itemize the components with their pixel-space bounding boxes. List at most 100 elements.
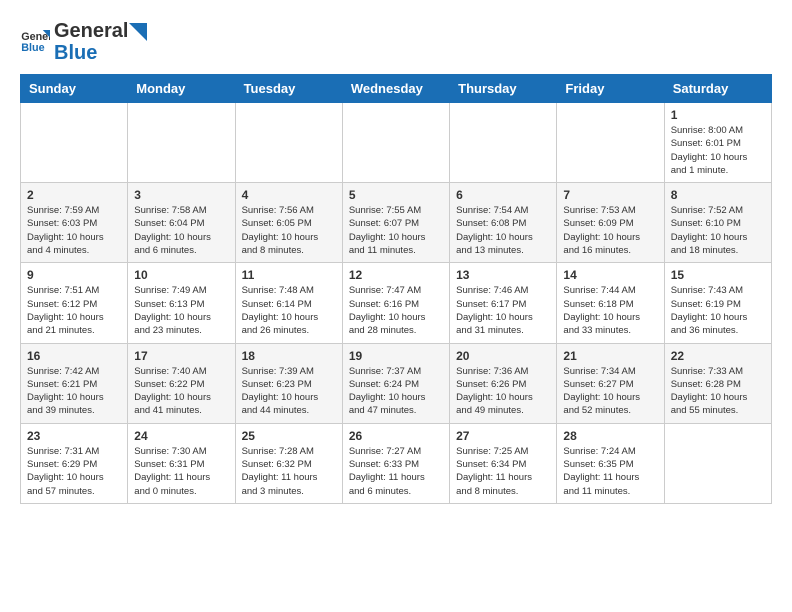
calendar-day-cell: 24 Sunrise: 7:30 AM Sunset: 6:31 PM Dayli… — [128, 423, 235, 503]
calendar-day-cell: 12 Sunrise: 7:47 AM Sunset: 6:16 PM Dayli… — [342, 263, 449, 343]
day-info: Sunrise: 7:25 AM Sunset: 6:34 PM Dayligh… — [456, 445, 550, 498]
day-number: 20 — [456, 349, 550, 363]
calendar-day-cell — [342, 103, 449, 183]
calendar-day-cell: 18 Sunrise: 7:39 AM Sunset: 6:23 PM Dayli… — [235, 343, 342, 423]
day-info: Sunrise: 7:40 AM Sunset: 6:22 PM Dayligh… — [134, 365, 228, 418]
day-number: 1 — [671, 108, 765, 122]
calendar-day-cell — [664, 423, 771, 503]
day-number: 3 — [134, 188, 228, 202]
calendar-day-cell: 9 Sunrise: 7:51 AM Sunset: 6:12 PM Daylig… — [21, 263, 128, 343]
day-info: Sunrise: 7:28 AM Sunset: 6:32 PM Dayligh… — [242, 445, 336, 498]
day-info: Sunrise: 7:27 AM Sunset: 6:33 PM Dayligh… — [349, 445, 443, 498]
calendar-day-cell: 4 Sunrise: 7:56 AM Sunset: 6:05 PM Daylig… — [235, 183, 342, 263]
calendar-day-cell: 15 Sunrise: 7:43 AM Sunset: 6:19 PM Dayli… — [664, 263, 771, 343]
day-info: Sunrise: 7:48 AM Sunset: 6:14 PM Dayligh… — [242, 284, 336, 337]
day-info: Sunrise: 8:00 AM Sunset: 6:01 PM Dayligh… — [671, 124, 765, 177]
day-info: Sunrise: 7:56 AM Sunset: 6:05 PM Dayligh… — [242, 204, 336, 257]
day-info: Sunrise: 7:55 AM Sunset: 6:07 PM Dayligh… — [349, 204, 443, 257]
day-number: 26 — [349, 429, 443, 443]
calendar-day-cell — [557, 103, 664, 183]
day-info: Sunrise: 7:49 AM Sunset: 6:13 PM Dayligh… — [134, 284, 228, 337]
day-info: Sunrise: 7:30 AM Sunset: 6:31 PM Dayligh… — [134, 445, 228, 498]
day-info: Sunrise: 7:51 AM Sunset: 6:12 PM Dayligh… — [27, 284, 121, 337]
calendar-day-cell: 11 Sunrise: 7:48 AM Sunset: 6:14 PM Dayli… — [235, 263, 342, 343]
calendar-day-cell: 28 Sunrise: 7:24 AM Sunset: 6:35 PM Dayli… — [557, 423, 664, 503]
day-number: 4 — [242, 188, 336, 202]
calendar-day-cell: 22Sunrise: 7:33 AM Sunset: 6:28 PM Dayli… — [664, 343, 771, 423]
logo-triangle-icon — [129, 23, 147, 41]
day-number: 18 — [242, 349, 336, 363]
day-info: Sunrise: 7:37 AM Sunset: 6:24 PM Dayligh… — [349, 365, 443, 418]
calendar-day-cell: 1 Sunrise: 8:00 AM Sunset: 6:01 PM Daylig… — [664, 103, 771, 183]
day-info: Sunrise: 7:43 AM Sunset: 6:19 PM Dayligh… — [671, 284, 765, 337]
weekday-header-row: SundayMondayTuesdayWednesdayThursdayFrid… — [21, 75, 772, 103]
calendar-day-cell: 5 Sunrise: 7:55 AM Sunset: 6:07 PM Daylig… — [342, 183, 449, 263]
calendar-day-cell: 14 Sunrise: 7:44 AM Sunset: 6:18 PM Dayli… — [557, 263, 664, 343]
calendar-day-cell: 26 Sunrise: 7:27 AM Sunset: 6:33 PM Dayli… — [342, 423, 449, 503]
calendar-day-cell: 17 Sunrise: 7:40 AM Sunset: 6:22 PM Dayli… — [128, 343, 235, 423]
calendar-day-cell: 2 Sunrise: 7:59 AM Sunset: 6:03 PM Daylig… — [21, 183, 128, 263]
day-number: 21 — [563, 349, 657, 363]
day-number: 28 — [563, 429, 657, 443]
day-info: Sunrise: 7:36 AM Sunset: 6:26 PM Dayligh… — [456, 365, 550, 418]
calendar-day-cell — [128, 103, 235, 183]
calendar-day-cell: 25 Sunrise: 7:28 AM Sunset: 6:32 PM Dayli… — [235, 423, 342, 503]
calendar-day-cell: 6Sunrise: 7:54 AM Sunset: 6:08 PM Daylig… — [450, 183, 557, 263]
page-header: General Blue General Blue — [20, 20, 772, 64]
day-number: 13 — [456, 268, 550, 282]
day-number: 24 — [134, 429, 228, 443]
logo-icon: General Blue — [20, 27, 50, 57]
day-number: 10 — [134, 268, 228, 282]
calendar-table: SundayMondayTuesdayWednesdayThursdayFrid… — [20, 74, 772, 504]
calendar-day-cell: 23 Sunrise: 7:31 AM Sunset: 6:29 PM Dayli… — [21, 423, 128, 503]
calendar-day-cell: 21 Sunrise: 7:34 AM Sunset: 6:27 PM Dayli… — [557, 343, 664, 423]
calendar-day-cell: 8Sunrise: 7:52 AM Sunset: 6:10 PM Daylig… — [664, 183, 771, 263]
weekday-header-wednesday: Wednesday — [342, 75, 449, 103]
calendar-day-cell: 10 Sunrise: 7:49 AM Sunset: 6:13 PM Dayli… — [128, 263, 235, 343]
calendar-day-cell — [450, 103, 557, 183]
logo-text: General — [54, 20, 148, 42]
day-number: 27 — [456, 429, 550, 443]
calendar-day-cell: 7Sunrise: 7:53 AM Sunset: 6:09 PM Daylig… — [557, 183, 664, 263]
calendar-day-cell: 16Sunrise: 7:42 AM Sunset: 6:21 PM Dayli… — [21, 343, 128, 423]
day-number: 5 — [349, 188, 443, 202]
weekday-header-thursday: Thursday — [450, 75, 557, 103]
day-number: 15 — [671, 268, 765, 282]
day-info: Sunrise: 7:24 AM Sunset: 6:35 PM Dayligh… — [563, 445, 657, 498]
weekday-header-saturday: Saturday — [664, 75, 771, 103]
day-number: 17 — [134, 349, 228, 363]
day-info: Sunrise: 7:59 AM Sunset: 6:03 PM Dayligh… — [27, 204, 121, 257]
logo: General Blue General Blue — [20, 20, 148, 64]
weekday-header-sunday: Sunday — [21, 75, 128, 103]
calendar-day-cell: 13 Sunrise: 7:46 AM Sunset: 6:17 PM Dayli… — [450, 263, 557, 343]
day-number: 25 — [242, 429, 336, 443]
weekday-header-tuesday: Tuesday — [235, 75, 342, 103]
day-number: 23 — [27, 429, 121, 443]
calendar-week-row-5: 23 Sunrise: 7:31 AM Sunset: 6:29 PM Dayli… — [21, 423, 772, 503]
calendar-day-cell: 3 Sunrise: 7:58 AM Sunset: 6:04 PM Daylig… — [128, 183, 235, 263]
day-number: 14 — [563, 268, 657, 282]
day-info: Sunrise: 7:39 AM Sunset: 6:23 PM Dayligh… — [242, 365, 336, 418]
day-info: Sunrise: 7:44 AM Sunset: 6:18 PM Dayligh… — [563, 284, 657, 337]
day-info: Sunrise: 7:31 AM Sunset: 6:29 PM Dayligh… — [27, 445, 121, 498]
day-number: 9 — [27, 268, 121, 282]
calendar-day-cell: 20 Sunrise: 7:36 AM Sunset: 6:26 PM Dayli… — [450, 343, 557, 423]
day-info: Sunrise: 7:34 AM Sunset: 6:27 PM Dayligh… — [563, 365, 657, 418]
day-info: Sunrise: 7:58 AM Sunset: 6:04 PM Dayligh… — [134, 204, 228, 257]
calendar-week-row-4: 16Sunrise: 7:42 AM Sunset: 6:21 PM Dayli… — [21, 343, 772, 423]
day-number: 22 — [671, 349, 765, 363]
day-number: 19 — [349, 349, 443, 363]
day-info: Sunrise: 7:47 AM Sunset: 6:16 PM Dayligh… — [349, 284, 443, 337]
day-number: 11 — [242, 268, 336, 282]
day-number: 2 — [27, 188, 121, 202]
day-info: Sunrise: 7:52 AM Sunset: 6:10 PM Dayligh… — [671, 204, 765, 257]
svg-text:Blue: Blue — [21, 42, 44, 54]
weekday-header-monday: Monday — [128, 75, 235, 103]
day-info: Sunrise: 7:46 AM Sunset: 6:17 PM Dayligh… — [456, 284, 550, 337]
calendar-week-row-2: 2 Sunrise: 7:59 AM Sunset: 6:03 PM Daylig… — [21, 183, 772, 263]
calendar-week-row-3: 9 Sunrise: 7:51 AM Sunset: 6:12 PM Daylig… — [21, 263, 772, 343]
calendar-week-row-1: 1 Sunrise: 8:00 AM Sunset: 6:01 PM Daylig… — [21, 103, 772, 183]
calendar-day-cell — [235, 103, 342, 183]
logo-blue-text: Blue — [54, 42, 148, 64]
day-number: 12 — [349, 268, 443, 282]
